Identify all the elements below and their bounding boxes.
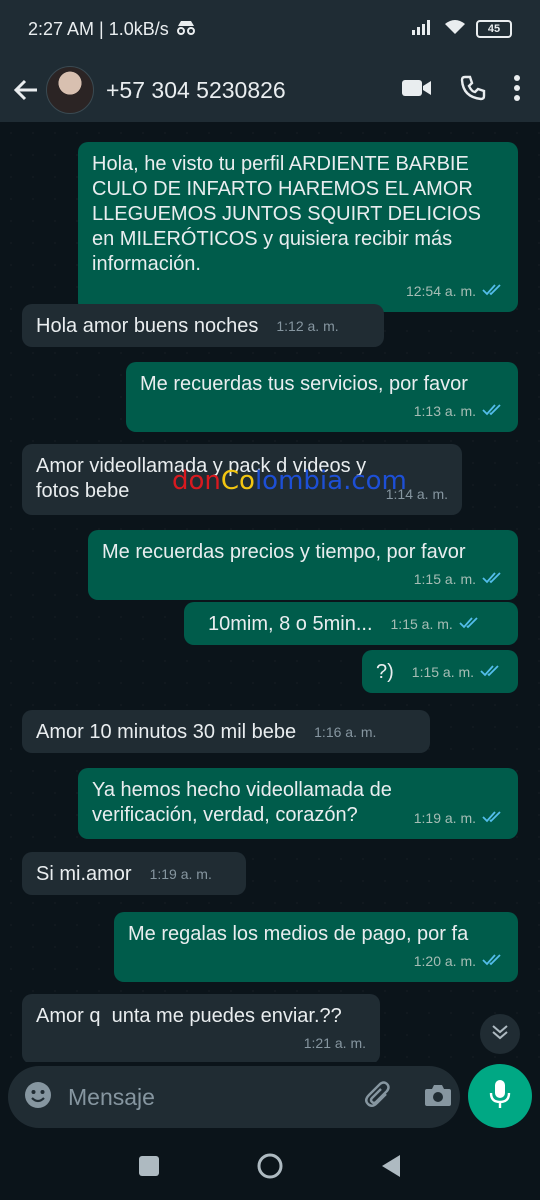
double-check-icon [482, 806, 504, 831]
battery-icon: 45 [476, 20, 512, 38]
avatar[interactable] [46, 66, 94, 114]
message-bubble-incoming[interactable]: Amor q unta me puedes enviar.?? 1:21 a. … [22, 994, 380, 1062]
message-text: Amor q unta me puedes enviar.?? [36, 1005, 342, 1027]
message-time: 1:15 a. m. [411, 664, 475, 680]
recents-icon[interactable] [138, 1155, 160, 1182]
mic-icon [489, 1079, 511, 1114]
more-options-icon[interactable] [514, 74, 520, 106]
message-text: Amor 10 minutos 30 mil bebe [36, 721, 297, 743]
scroll-down-icon [491, 1024, 509, 1045]
double-check-icon [482, 567, 504, 592]
message-bubble-outgoing[interactable]: 10mim, 8 o 5min... 1:15 a. m. [184, 602, 518, 645]
message-text: Me regalas los medios de pago, por fa [128, 923, 469, 945]
camera-icon[interactable] [424, 1083, 452, 1112]
message-composer [8, 1066, 460, 1128]
signal-icon [412, 19, 434, 40]
message-time: 1:12 a. m. [276, 318, 339, 334]
message-text: Si mi.amor [36, 863, 132, 885]
contact-name[interactable]: +57 304 5230826 [106, 77, 286, 104]
message-text: 10mim, 8 o 5min... [208, 613, 373, 635]
message-bubble-incoming[interactable]: Si mi.amor 1:19 a. m. [22, 852, 246, 895]
back-nav-icon[interactable] [380, 1154, 402, 1183]
attach-icon[interactable] [364, 1080, 394, 1115]
message-text: ?) [376, 661, 394, 683]
double-check-icon [480, 660, 502, 685]
message-bubble-incoming[interactable]: Hola amor buens noches 1:12 a. m. [22, 304, 384, 347]
double-check-icon [482, 279, 504, 304]
status-time: 2:27 AM | 1.0kB/s [28, 18, 169, 39]
chat-area[interactable]: Hola, he visto tu perfil ARDIENTE BARBIE… [0, 122, 540, 1062]
message-text: Hola, he visto tu perfil ARDIENTE BARBIE… [92, 153, 481, 275]
message-bubble-outgoing[interactable]: Hola, he visto tu perfil ARDIENTE BARBIE… [78, 142, 518, 312]
double-check-icon [482, 399, 504, 424]
emoji-icon[interactable] [24, 1081, 52, 1114]
message-text: Me recuerdas precios y tiempo, por favor [102, 541, 466, 563]
back-arrow-icon[interactable] [10, 74, 42, 106]
status-bar: 2:27 AM | 1.0kB/s 45 [0, 0, 540, 58]
message-time: 1:13 a. m. [413, 403, 476, 419]
phone-icon[interactable] [460, 75, 486, 106]
message-bubble-outgoing[interactable]: Me regalas los medios de pago, por fa 1:… [114, 912, 518, 982]
message-time: 1:19 a. m. [413, 810, 476, 826]
message-text: Me recuerdas tus servicios, por favor [140, 373, 468, 395]
home-icon[interactable] [256, 1152, 284, 1185]
message-text: Hola amor buens noches [36, 315, 259, 337]
scroll-down-button[interactable] [480, 1014, 520, 1054]
mic-button[interactable] [468, 1064, 532, 1128]
double-check-icon [459, 612, 481, 637]
message-time: 1:15 a. m. [390, 616, 453, 632]
message-bubble-outgoing[interactable]: Ya hemos hecho videollamada de verificac… [78, 768, 518, 839]
chat-header: +57 304 5230826 [0, 58, 540, 122]
message-bubble-outgoing[interactable]: ?) 1:15 a. m. [362, 650, 518, 693]
system-nav-bar [0, 1136, 540, 1200]
message-time: 12:54 a. m. [405, 283, 476, 299]
watermark-logo: donColombia.com [172, 466, 407, 496]
incognito-icon [175, 19, 197, 40]
message-bubble-outgoing[interactable]: Me recuerdas tus servicios, por favor 1:… [126, 362, 518, 432]
message-bubble-incoming[interactable]: Amor 10 minutos 30 mil bebe 1:16 a. m. [22, 710, 430, 753]
message-time: 1:15 a. m. [413, 571, 476, 587]
double-check-icon [482, 949, 504, 974]
video-call-icon[interactable] [402, 78, 432, 103]
message-bubble-outgoing[interactable]: Me recuerdas precios y tiempo, por favor… [88, 530, 518, 600]
message-time: 1:20 a. m. [413, 953, 476, 969]
message-time: 1:19 a. m. [149, 866, 212, 882]
message-time: 1:16 a. m. [314, 724, 377, 740]
message-input[interactable] [68, 1083, 364, 1111]
wifi-icon [444, 19, 466, 40]
message-time: 1:21 a. m. [303, 1035, 366, 1051]
